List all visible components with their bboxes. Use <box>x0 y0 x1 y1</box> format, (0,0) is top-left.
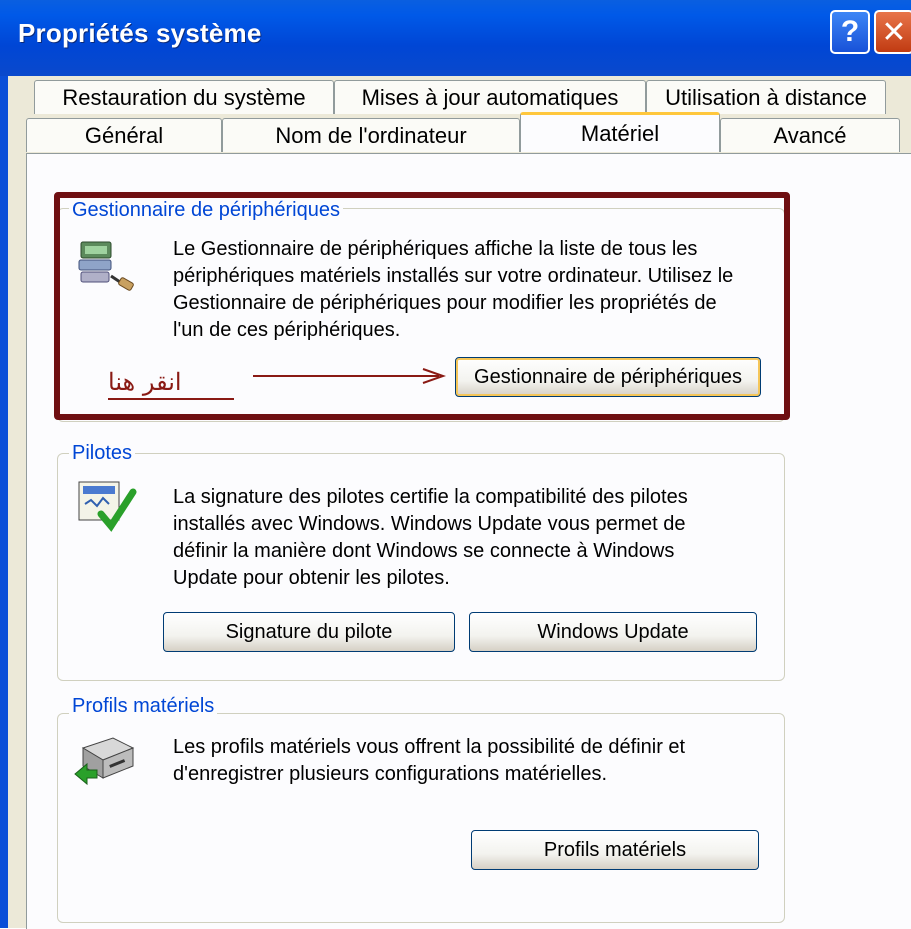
hardware-profiles-description: Les profils matériels vous offrent la po… <box>173 734 685 788</box>
window-title: Propriétés système <box>18 18 262 48</box>
desc-line: Update pour obtenir les pilotes. <box>173 567 450 589</box>
hardware-profiles-button[interactable]: Profils matériels <box>471 830 759 870</box>
tab-restauration[interactable]: Restauration du système <box>34 80 334 114</box>
annotation-click-here: انقر هنا <box>108 368 182 396</box>
driver-signature-icon <box>77 480 137 536</box>
hardware-profiles-icon <box>73 734 137 790</box>
close-icon: ✕ <box>881 15 907 49</box>
tab-avance[interactable]: Avancé <box>720 118 900 152</box>
question-icon: ? <box>840 15 860 48</box>
help-button[interactable]: ? <box>830 10 870 54</box>
desc-line: installés avec Windows. Windows Update v… <box>173 513 686 535</box>
desc-line: Les profils matériels vous offrent la po… <box>173 736 686 758</box>
title-bar: Propriétés système ? ✕ <box>0 0 911 78</box>
annotation-underline <box>108 398 234 400</box>
tab-nom-ordinateur[interactable]: Nom de l'ordinateur <box>222 118 520 152</box>
desc-line: d'enregistrer plusieurs configurations m… <box>173 763 608 785</box>
drivers-title: Pilotes <box>69 442 136 464</box>
windows-update-button[interactable]: Windows Update <box>469 612 757 652</box>
desc-line: définir la manière dont Windows se conne… <box>173 540 675 562</box>
hardware-profiles-title: Profils matériels <box>69 695 218 717</box>
drivers-description: La signature des pilotes certifie la com… <box>173 484 688 592</box>
tab-mises-a-jour[interactable]: Mises à jour automatiques <box>334 80 646 114</box>
driver-signature-button[interactable]: Signature du pilote <box>163 612 455 652</box>
close-button[interactable]: ✕ <box>874 10 911 54</box>
tab-materiel[interactable]: Matériel <box>520 112 720 152</box>
window-border <box>0 76 8 928</box>
desc-line: La signature des pilotes certifie la com… <box>173 486 688 508</box>
tab-utilisation-distance[interactable]: Utilisation à distance <box>646 80 886 114</box>
tab-general[interactable]: Général <box>26 118 222 152</box>
